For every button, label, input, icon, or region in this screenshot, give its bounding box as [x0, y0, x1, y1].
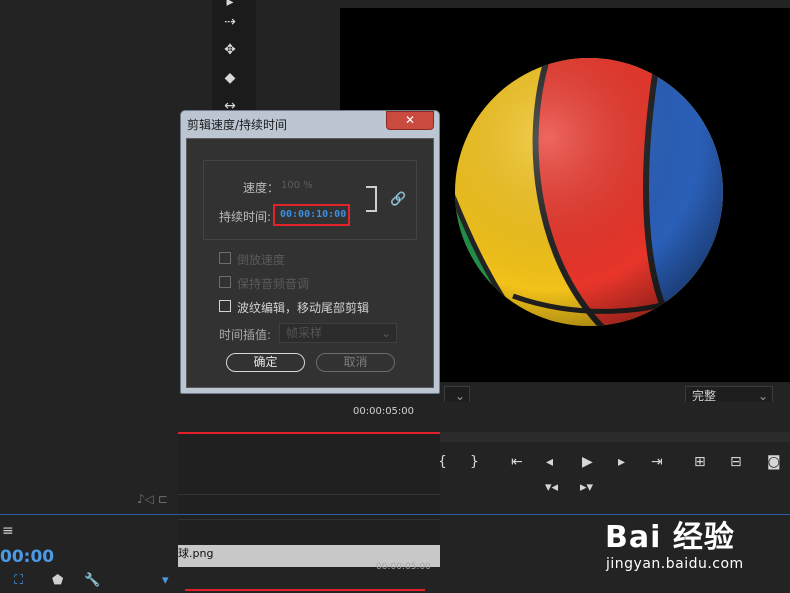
snap-icon[interactable]: ⛶	[14, 573, 23, 588]
track-select-tool-icon[interactable]: ⇢	[212, 14, 248, 30]
track-divider	[178, 494, 440, 495]
bottom-ruler-timecode: 00:00:05:00	[376, 562, 431, 572]
extract-icon[interactable]: ⊟	[730, 454, 742, 470]
wrench-icon[interactable]: 🔧	[84, 573, 100, 588]
reverse-speed-label: 倒放速度	[237, 253, 286, 267]
time-interpolation-dropdown[interactable]: 帧采样 ⌄	[279, 323, 397, 343]
speed-label: 速度：	[243, 181, 280, 195]
go-to-out-icon[interactable]: ⇥	[651, 454, 663, 470]
insert-icon[interactable]: ▾◂	[545, 480, 558, 495]
chevron-down-icon: ⌄	[380, 326, 391, 340]
ruler-timecode: 00:00:05:00	[353, 406, 415, 417]
scrub-bar[interactable]	[440, 432, 790, 442]
speed-duration-group	[203, 160, 417, 240]
export-frame-icon[interactable]: ◙	[767, 454, 781, 470]
watermark-url: jingyan.baidu.com	[606, 556, 744, 572]
quality-value: 完整	[692, 389, 717, 403]
time-ruler[interactable]	[178, 402, 790, 432]
reverse-speed-checkbox[interactable]	[219, 252, 231, 264]
source-insert-icons[interactable]: ♪◁ ⊏	[137, 492, 168, 506]
razor-tool-icon[interactable]: ◆	[212, 70, 248, 86]
timeline-tracks	[178, 434, 440, 544]
time-interpolation-label: 时间插值:	[219, 328, 272, 342]
tools-panel: ▸ ⇢ ✥ ◆ ↔	[212, 0, 256, 116]
mark-out-icon[interactable]: }	[470, 454, 479, 470]
overwrite-icon[interactable]: ▸▾	[580, 480, 593, 495]
playhead-icon[interactable]: ▾	[162, 573, 169, 588]
work-area-bar[interactable]	[185, 589, 425, 591]
panel-menu-icon[interactable]: ≡	[2, 523, 14, 539]
go-to-in-icon[interactable]: ⇤	[511, 454, 523, 470]
selection-tool-icon[interactable]: ▸	[212, 0, 248, 10]
watermark-logo: Bai 经验	[605, 520, 735, 555]
link-bracket	[366, 186, 377, 212]
dialog-title: 剪辑速度/持续时间	[187, 118, 288, 132]
speed-field[interactable]: 100 %	[281, 180, 313, 191]
baidu-watermark: Bai 经验	[605, 512, 735, 556]
step-forward-icon[interactable]: ▸	[618, 454, 625, 470]
basketball-image	[455, 58, 723, 326]
lift-icon[interactable]: ⊞	[694, 454, 706, 470]
duration-label: 持续时间:	[219, 210, 272, 224]
play-icon[interactable]: ▶	[582, 454, 593, 470]
interp-value: 帧采样	[286, 326, 323, 340]
ripple-edit-tool-icon[interactable]: ✥	[212, 42, 248, 58]
track-divider	[178, 519, 440, 520]
cancel-button[interactable]: 取消	[316, 353, 395, 372]
close-button[interactable]: ✕	[386, 111, 434, 130]
chain-link-icon[interactable]: 🔗	[390, 192, 406, 207]
ok-button[interactable]: 确定	[226, 353, 305, 372]
marker-icon[interactable]: ⬟	[52, 573, 63, 588]
maintain-pitch-checkbox[interactable]	[219, 276, 231, 288]
ripple-edit-label: 波纹编辑，移动尾部剪辑	[237, 301, 370, 315]
step-back-icon[interactable]: ◂	[546, 454, 553, 470]
maintain-pitch-label: 保持音频音调	[237, 277, 310, 291]
ripple-edit-checkbox[interactable]	[219, 300, 231, 312]
close-icon: ✕	[404, 113, 416, 127]
duration-field[interactable]: 00:00:10:00	[280, 209, 346, 220]
timeline-current-time[interactable]: 00:00	[0, 547, 54, 567]
clip-name: 球.png	[178, 547, 214, 560]
